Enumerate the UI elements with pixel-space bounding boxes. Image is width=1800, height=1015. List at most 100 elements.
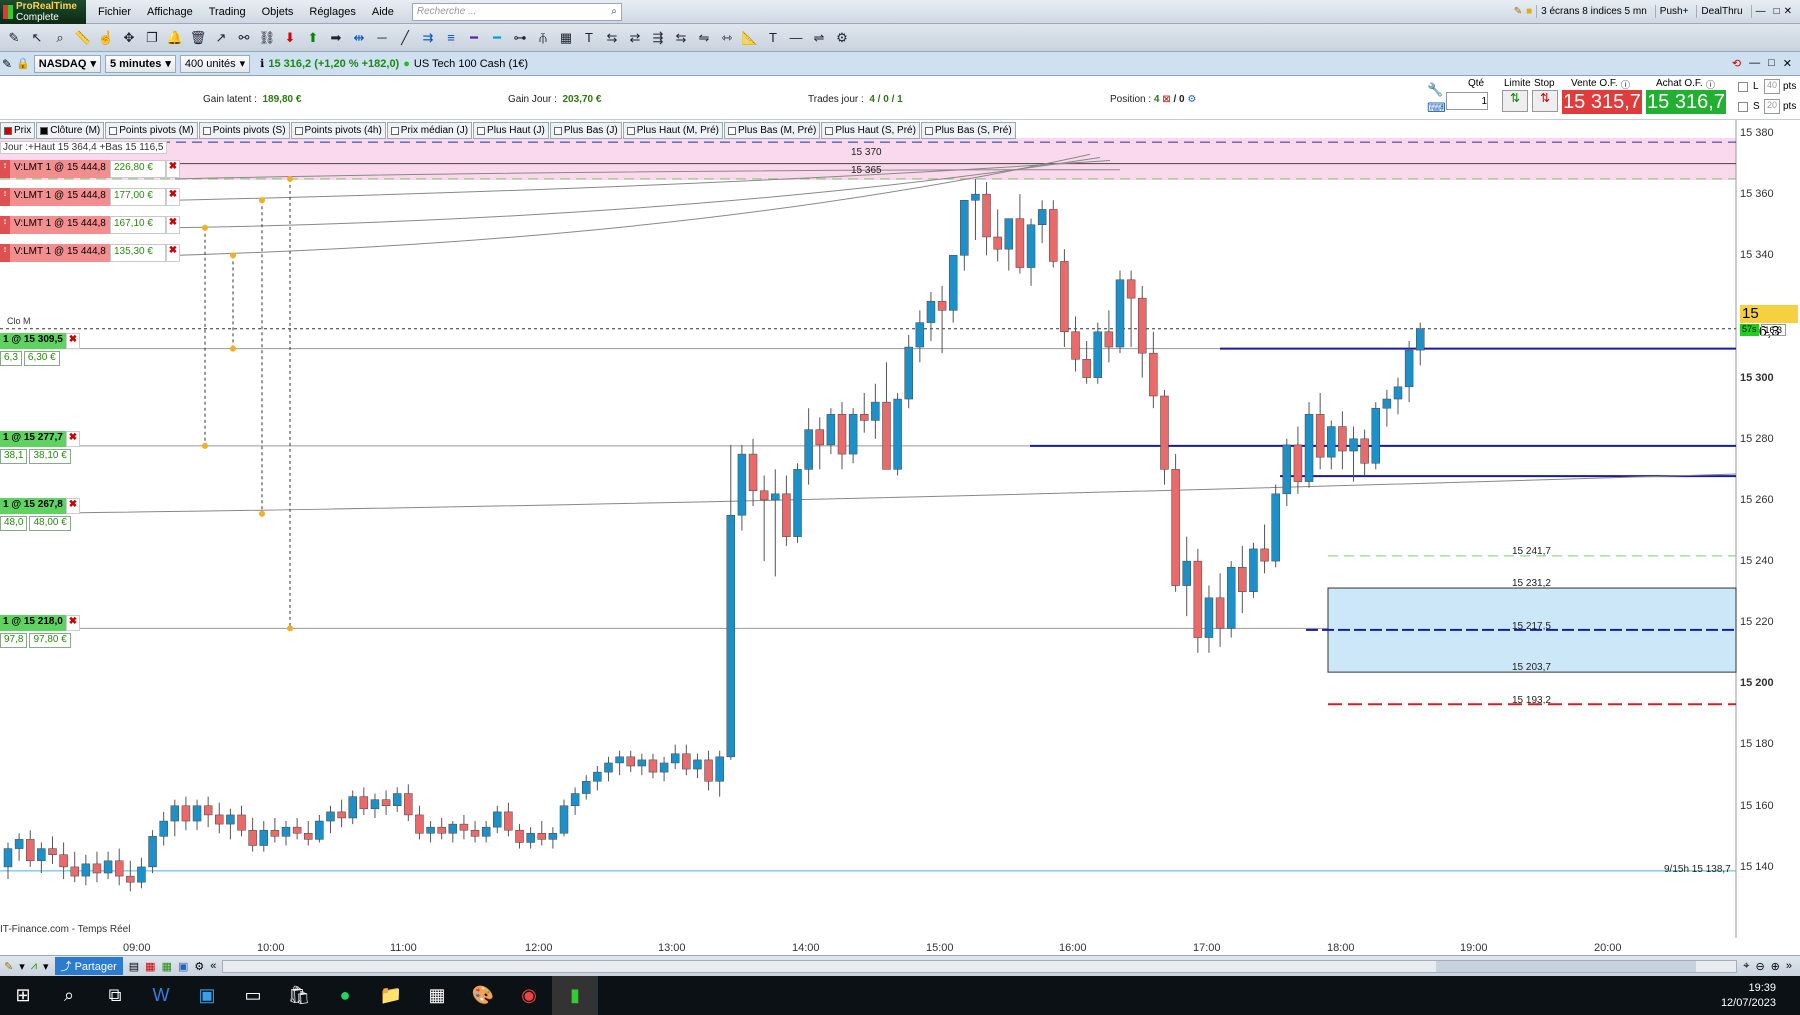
fibo-icon[interactable]: ≡	[441, 28, 461, 48]
menu-objets[interactable]: Objets	[254, 6, 302, 18]
zoom-in-icon[interactable]: ⊕	[1771, 960, 1780, 973]
stop-order-button[interactable]: ⇅	[1532, 90, 1558, 112]
scroll-left-icon[interactable]: «	[210, 960, 216, 972]
pitchfork-icon[interactable]: ⫚	[533, 28, 553, 48]
up-arrow-icon[interactable]: ⬆	[303, 28, 323, 48]
text2-icon[interactable]: T	[763, 28, 783, 48]
info-icon[interactable]: ℹ	[260, 57, 264, 70]
right-arrow-icon[interactable]: ➡	[326, 28, 346, 48]
levels-icon[interactable]: ⇶	[648, 28, 668, 48]
file-explorer-icon[interactable]: ▭	[230, 976, 276, 1015]
sell-limit-order[interactable]: ↕ V:LMT 1 @ 15 444,8 167,10 € ✖	[0, 216, 180, 234]
l-checkbox[interactable]	[1738, 82, 1748, 92]
keyboard-icon[interactable]: ⌨	[1427, 100, 1446, 116]
search-icon[interactable]: ⌕	[611, 6, 617, 17]
indicator-icon[interactable]: ✎	[4, 960, 13, 973]
window-icon[interactable]: ▣	[178, 960, 188, 973]
zoom-fit-icon[interactable]: ⌖	[1743, 960, 1749, 973]
chart-close-icon[interactable]: ✕	[1783, 57, 1792, 70]
table-icon[interactable]: ▦	[145, 960, 155, 973]
price-chart[interactable]: Prix Clôture (M) Points pivots (M) Point…	[0, 120, 1800, 954]
close-position-icon[interactable]: ✖	[66, 333, 80, 349]
open-position[interactable]: 1 @ 15 218,0 ✖ 97,8 97,80 €	[0, 615, 80, 648]
legend-plus-bas-s[interactable]: Plus Bas (S, Pré)	[920, 122, 1016, 139]
screener-icon[interactable]: ▤	[129, 960, 139, 973]
bars-icon[interactable]: ⇌	[809, 28, 829, 48]
hline2-icon[interactable]: —	[786, 28, 806, 48]
cancel-order-icon[interactable]: ✖	[166, 216, 180, 234]
spotify-icon[interactable]: ●	[322, 976, 368, 1015]
window-minimize-icon[interactable]: —	[1750, 5, 1770, 18]
search-icon[interactable]: ⌕	[46, 976, 92, 1015]
menu-affichage[interactable]: Affichage	[139, 6, 201, 18]
dealthru-button[interactable]: DealThru	[1696, 5, 1746, 18]
open-position[interactable]: 1 @ 15 277,7 ✖ 38,1 38,10 €	[0, 431, 80, 464]
sell-button[interactable]: 15 315,7	[1562, 90, 1642, 114]
magnet-icon[interactable]: ⚙	[832, 28, 852, 48]
chart-maximize-icon[interactable]: □	[1768, 57, 1775, 70]
close-position-icon[interactable]: ✖	[66, 498, 80, 514]
s-checkbox[interactable]	[1738, 102, 1748, 112]
legend-pivots-m[interactable]: Points pivots (M)	[105, 122, 198, 139]
calculator-icon[interactable]: ▦	[414, 976, 460, 1015]
chrome-icon[interactable]: ◉	[506, 976, 552, 1015]
legend-prix[interactable]: Prix	[0, 122, 36, 139]
vline-icon[interactable]: ━	[464, 28, 484, 48]
window-close-icon[interactable]: ✕	[1784, 6, 1800, 17]
quantity-input[interactable]	[1446, 92, 1488, 110]
copy-icon[interactable]: ❐	[142, 28, 162, 48]
zoom-icon[interactable]: ⌕	[50, 28, 70, 48]
sync-icon[interactable]: ⟲	[1732, 57, 1741, 70]
down-arrow-icon[interactable]: ⬇	[280, 28, 300, 48]
paint-icon[interactable]: 🎨	[460, 976, 506, 1015]
cancel-order-icon[interactable]: ✖	[166, 188, 180, 206]
chart-type-icon[interactable]: ⩘	[31, 960, 37, 973]
measure-icon[interactable]: ⇿	[717, 28, 737, 48]
word-icon[interactable]: W	[138, 976, 184, 1015]
cancel-order-icon[interactable]: ✖	[166, 160, 180, 178]
search-input[interactable]: Recherche ... ⌕	[411, 2, 622, 21]
legend-plus-bas-j[interactable]: Plus Bas (J)	[549, 122, 622, 139]
chevron-down-icon[interactable]: ▾	[43, 960, 49, 973]
gann-icon[interactable]: ⇆	[671, 28, 691, 48]
text-icon[interactable]: T	[579, 28, 599, 48]
channel-icon[interactable]: ⇉	[418, 28, 438, 48]
drag-handle-icon[interactable]: ↕	[0, 244, 10, 262]
screens-button[interactable]: 3 écrans 8 indices 5 mn	[1536, 5, 1651, 18]
legend-plus-haut-j[interactable]: Plus Haut (J)	[473, 122, 549, 139]
chevron-down-icon[interactable]: ▾	[19, 960, 25, 973]
hline-icon[interactable]: ⇹	[349, 28, 369, 48]
backtest-icon[interactable]: ⚙	[194, 960, 204, 973]
drag-handle-icon[interactable]: ↕	[0, 188, 10, 206]
lock-icon[interactable]: 🔒	[16, 57, 30, 70]
grid-icon[interactable]: ▦	[556, 28, 576, 48]
legend-pivots-s[interactable]: Points pivots (S)	[198, 122, 290, 139]
store-icon[interactable]: ▣	[184, 976, 230, 1015]
trendline-icon[interactable]: ╱	[395, 28, 415, 48]
close-position-icon[interactable]: ⊠	[1159, 94, 1170, 105]
cursor-icon[interactable]: ↖	[27, 28, 47, 48]
sell-limit-order[interactable]: ↕ V:LMT 1 @ 15 444,8 135,30 € ✖	[0, 244, 180, 262]
prorealtime-icon[interactable]: ▮	[552, 976, 598, 1015]
rect-icon[interactable]: ⇆	[602, 28, 622, 48]
menu-fichier[interactable]: Fichier	[90, 6, 139, 18]
system-clock[interactable]: 19:39 12/07/2023	[1721, 981, 1800, 1011]
horizontal-scrollbar[interactable]	[222, 959, 1738, 973]
ruler2-icon[interactable]: 📐	[740, 28, 760, 48]
cancel-order-icon[interactable]: ✖	[166, 244, 180, 262]
buy-button[interactable]: 15 316,7	[1646, 90, 1726, 114]
legend-cloture-m[interactable]: Clôture (M)	[36, 122, 105, 139]
chart-minimize-icon[interactable]: —	[1749, 57, 1760, 70]
settings-icon[interactable]: ⚙	[1187, 94, 1196, 105]
instrument-select[interactable]: NASDAQ ▾	[33, 54, 101, 73]
fan-icon[interactable]: ⇄	[625, 28, 645, 48]
drag-handle-icon[interactable]: ↕	[0, 160, 10, 178]
timeframe-select[interactable]: 5 minutes ▾	[104, 54, 176, 73]
segment-icon[interactable]: ─	[372, 28, 392, 48]
units-select[interactable]: 400 unités ▾	[179, 54, 251, 73]
window-maximize-icon[interactable]: □	[1774, 6, 1780, 17]
menu-aide[interactable]: Aide	[364, 6, 402, 18]
close-position-icon[interactable]: ✖	[66, 431, 80, 447]
task-view-icon[interactable]: ⧉	[92, 976, 138, 1015]
pencil-icon[interactable]: ✎	[4, 28, 24, 48]
